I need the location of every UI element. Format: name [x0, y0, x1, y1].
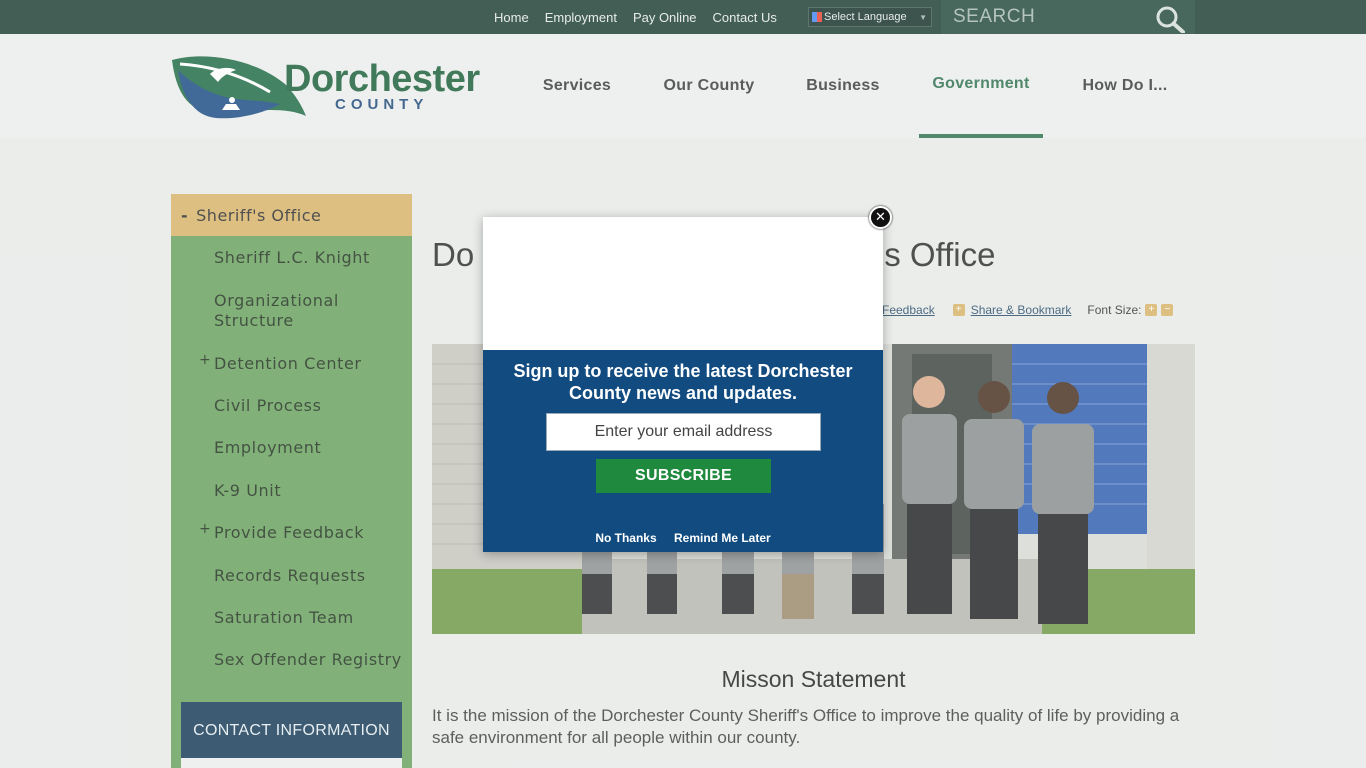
nav-how-do-i[interactable]: How Do I... — [1071, 34, 1179, 138]
logo-sub: COUNTY — [335, 96, 429, 113]
sidebar-item-sex-offender-registry[interactable]: Sex Offender Registry — [214, 650, 404, 670]
top-link-home[interactable]: Home — [494, 10, 529, 25]
sidebar-heading-sheriffs-office[interactable]: - Sheriff's Office — [171, 194, 412, 236]
search-input[interactable] — [953, 5, 1153, 29]
font-size-label: Font Size: — [1087, 303, 1142, 317]
contact-information-body — [181, 758, 402, 768]
modal-dismiss-links: No Thanks Remind Me Later — [483, 531, 883, 545]
modal-banner — [483, 217, 883, 350]
search-box — [941, 0, 1195, 34]
sidebar-item-civil-process[interactable]: Civil Process — [214, 396, 404, 416]
page-title-end: s Office — [884, 236, 996, 273]
nav-business[interactable]: Business — [794, 34, 892, 138]
nav-government[interactable]: Government — [919, 34, 1043, 138]
sidebar-item-organizational-structure[interactable]: Organizational Structure — [214, 291, 404, 331]
county-logo[interactable]: Dorchester COUNTY — [170, 54, 495, 122]
expand-icon[interactable]: + — [199, 521, 211, 537]
email-input[interactable] — [546, 413, 821, 451]
font-decrease-icon[interactable]: − — [1161, 304, 1174, 316]
sidebar-item-k9-unit[interactable]: K-9 Unit — [214, 481, 404, 501]
mission-statement-heading: Misson Statement — [721, 666, 906, 692]
search-icon[interactable] — [1154, 5, 1188, 33]
no-thanks-link[interactable]: No Thanks — [595, 531, 656, 545]
sidebar-item-provide-feedback[interactable]: Provide Feedback — [214, 523, 404, 543]
subscribe-button[interactable]: SUBSCRIBE — [596, 459, 771, 493]
sidebar-heading-label: Sheriff's Office — [196, 205, 322, 225]
page-title-start: Do — [432, 236, 475, 273]
sidebar-item-employment[interactable]: Employment — [214, 438, 404, 458]
nav-services[interactable]: Services — [532, 34, 622, 138]
contact-information-heading: CONTACT INFORMATION — [181, 702, 402, 758]
sidebar-item-sheriff-knight[interactable]: Sheriff L.C. Knight — [214, 248, 404, 268]
remind-me-later-link[interactable]: Remind Me Later — [674, 531, 771, 545]
sidebar-item-records-requests[interactable]: Records Requests — [214, 566, 404, 586]
sidebar: - Sheriff's Office Sheriff L.C. Knight O… — [171, 194, 412, 768]
modal-body: Sign up to receive the latest Dorchester… — [483, 350, 883, 552]
sidebar-item-detention-center[interactable]: Detention Center — [214, 354, 404, 374]
top-link-contact-us[interactable]: Contact Us — [713, 10, 777, 25]
top-link-pay-online[interactable]: Pay Online — [633, 10, 697, 25]
logo-name: Dorchester — [284, 58, 480, 100]
sidebar-item-saturation-team[interactable]: Saturation Team — [214, 608, 404, 628]
share-bookmark-link[interactable]: Share & Bookmark — [971, 303, 1072, 317]
newsletter-modal: Sign up to receive the latest Dorchester… — [483, 217, 883, 552]
language-select-label: Select Language — [824, 11, 907, 23]
collapse-icon: - — [181, 205, 189, 225]
top-link-employment[interactable]: Employment — [545, 10, 617, 25]
chevron-down-icon: ▼ — [919, 12, 927, 22]
modal-heading: Sign up to receive the latest Dorchester… — [513, 361, 853, 403]
utility-links: Home Employment Pay Online Contact Us — [486, 0, 785, 34]
page-tools: Feedback + Share & Bookmark Font Size: +… — [882, 303, 1174, 317]
mission-statement-text: It is the mission of the Dorchester Coun… — [432, 706, 1180, 747]
nav-our-county[interactable]: Our County — [650, 34, 768, 138]
share-icon: + — [952, 304, 965, 316]
expand-icon[interactable]: + — [199, 352, 211, 368]
feedback-link[interactable]: Feedback — [882, 303, 935, 317]
language-select[interactable]: Select Language ▼ — [808, 7, 932, 27]
close-icon[interactable]: ✕ — [869, 206, 892, 229]
google-translate-icon — [812, 12, 822, 22]
font-increase-icon[interactable]: + — [1145, 304, 1158, 316]
utility-bar: Home Employment Pay Online Contact Us Se… — [0, 0, 1366, 34]
